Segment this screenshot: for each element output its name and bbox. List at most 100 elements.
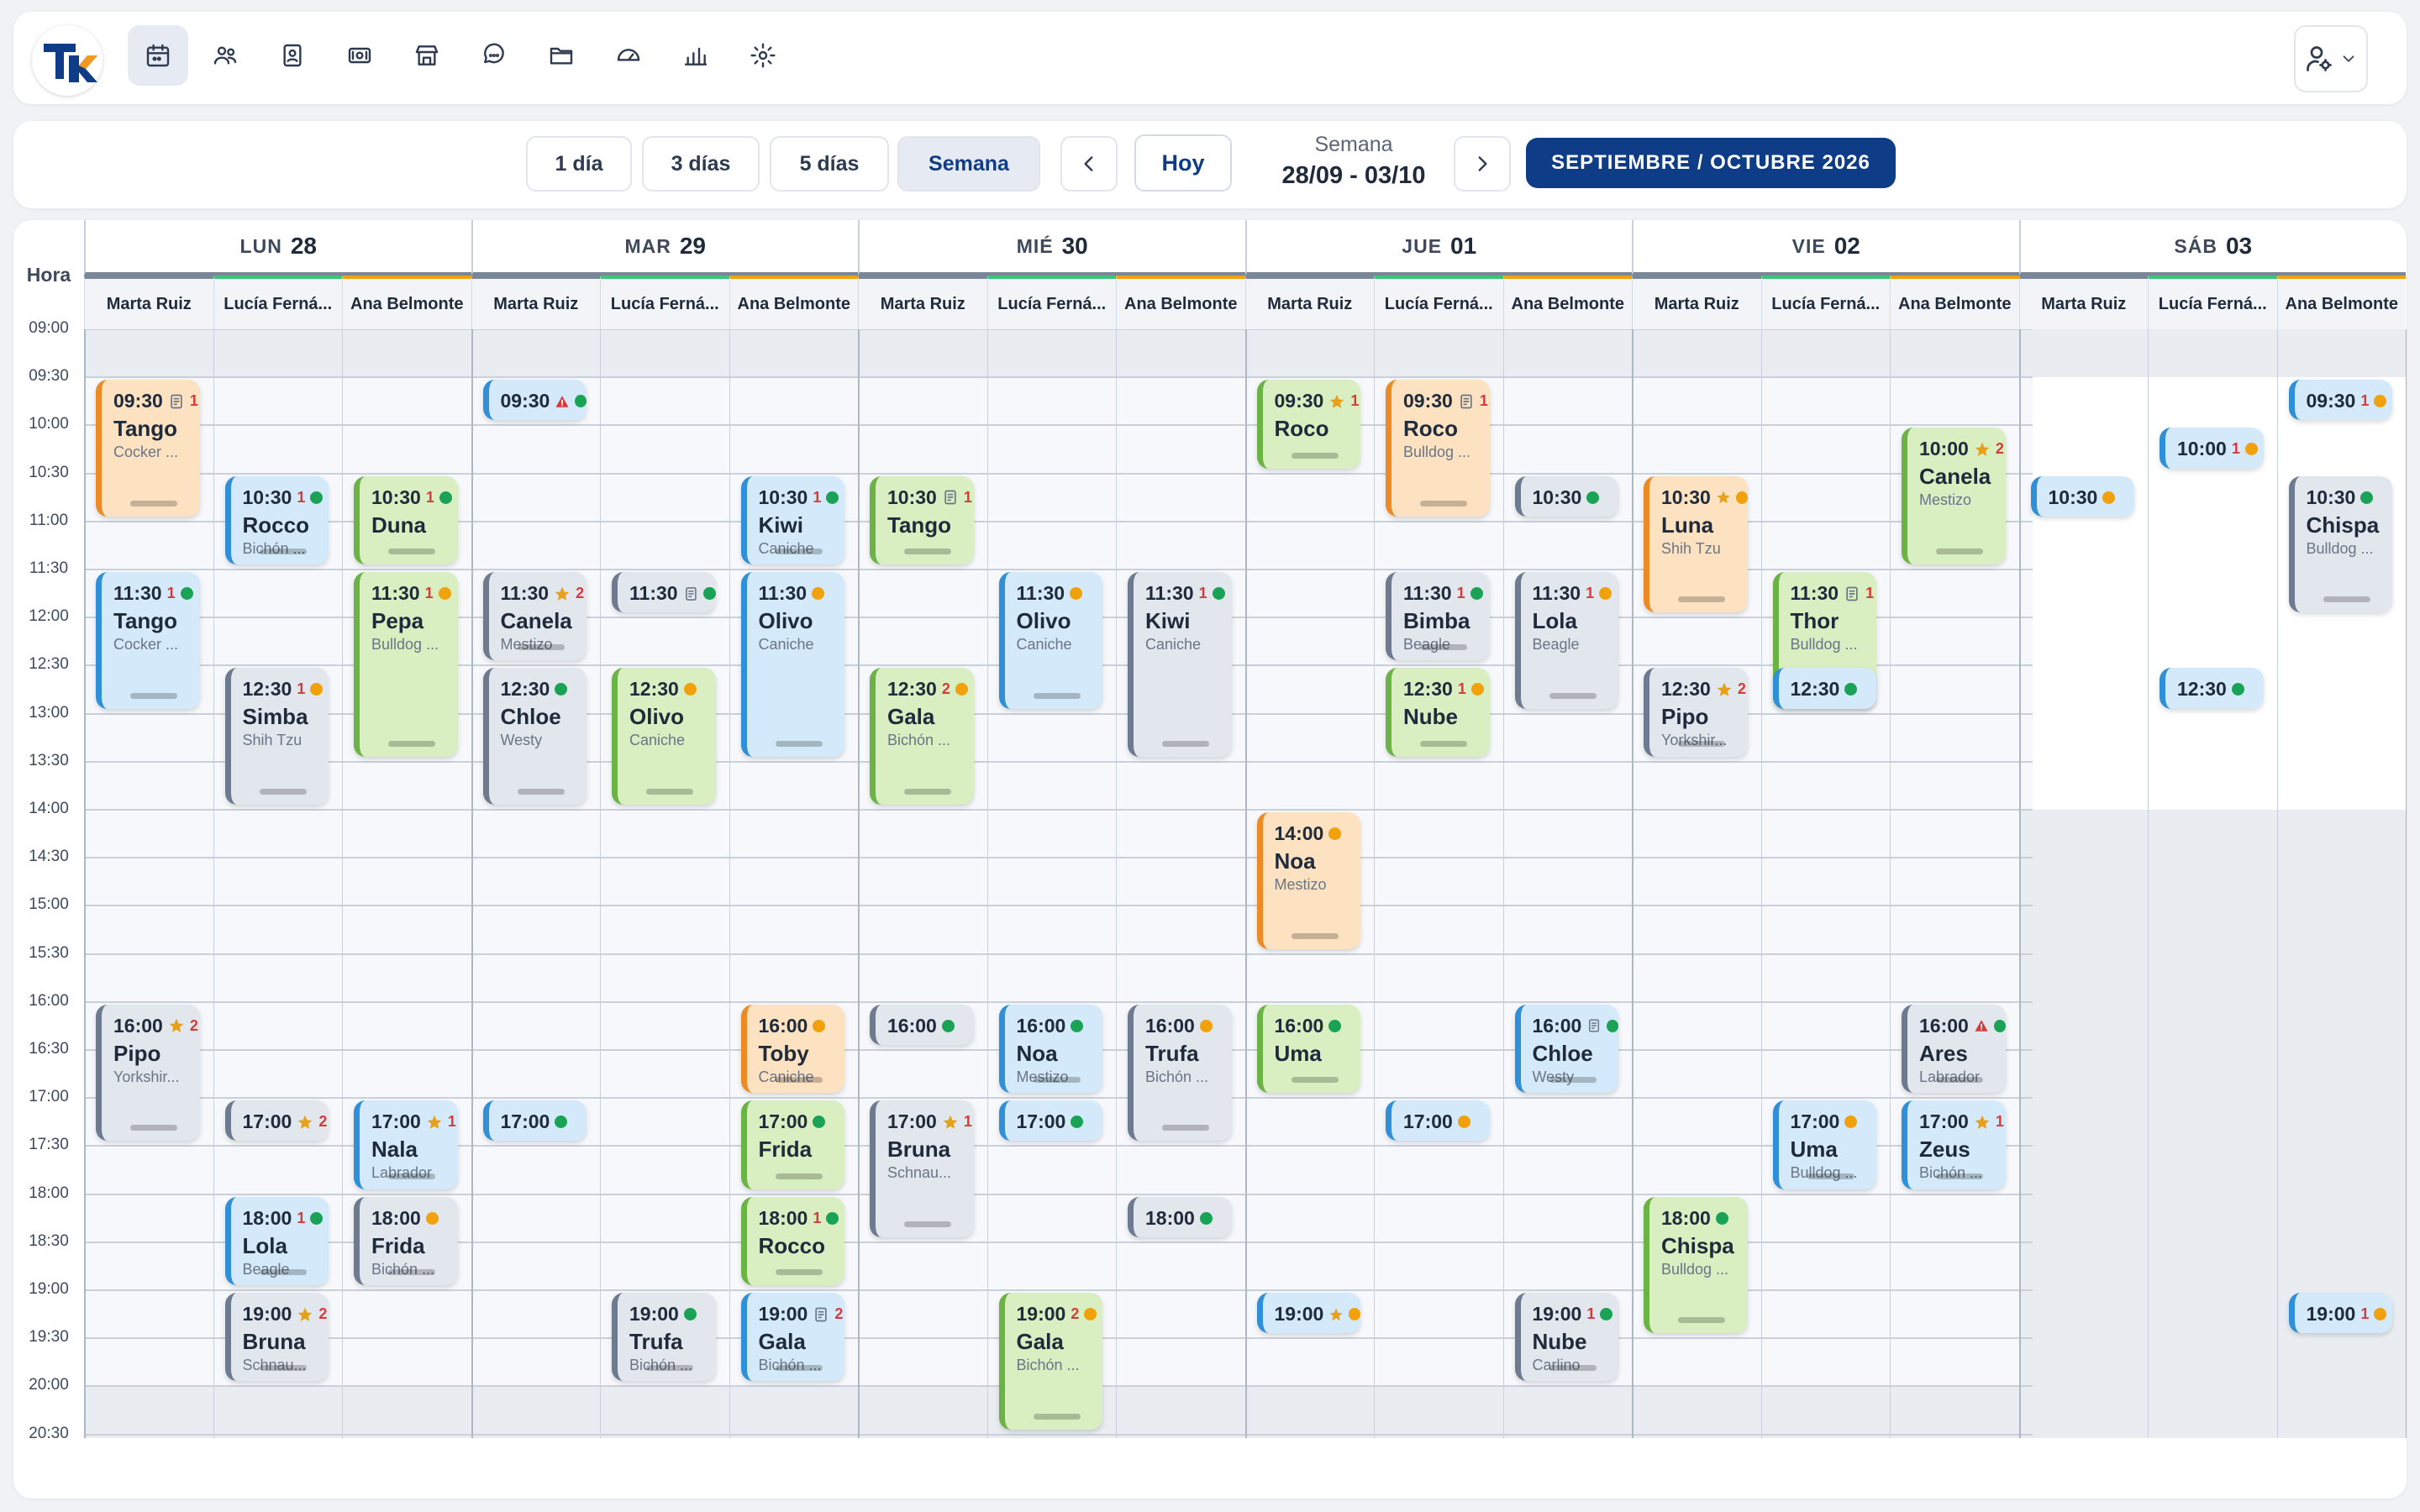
drag-handle[interactable] bbox=[904, 1221, 951, 1227]
drag-handle[interactable] bbox=[388, 740, 435, 747]
appointment-card[interactable]: 19:00 1 bbox=[2288, 1293, 2392, 1334]
drag-handle[interactable] bbox=[388, 548, 435, 554]
drag-handle[interactable] bbox=[904, 548, 951, 554]
drag-handle[interactable] bbox=[1033, 1077, 1081, 1084]
drag-handle[interactable] bbox=[1549, 1077, 1597, 1084]
drag-handle[interactable] bbox=[1162, 1125, 1209, 1131]
appointment-card[interactable]: 12:30 2 Pipo Yorkshir... bbox=[1644, 668, 1748, 757]
appointment-card[interactable]: 18:00 1 Lola Beagle bbox=[224, 1196, 329, 1285]
drag-handle[interactable] bbox=[1291, 1077, 1339, 1084]
drag-handle[interactable] bbox=[517, 644, 565, 651]
appointment-card[interactable]: 19:00 Trufa Bichón ... bbox=[612, 1293, 716, 1382]
appointment-card[interactable]: 16:00 Trufa Bichón ... bbox=[1128, 1004, 1232, 1142]
appointment-card[interactable]: 17:00 bbox=[998, 1100, 1102, 1142]
nav-dashboard-button[interactable] bbox=[598, 25, 659, 86]
prev-week-button[interactable] bbox=[1060, 136, 1118, 192]
appointment-card[interactable]: 19:00 2 Bruna Schnau... bbox=[224, 1293, 329, 1382]
appointment-card[interactable]: 18:00 Chispa Bulldog ... bbox=[1644, 1196, 1748, 1334]
appointment-card[interactable]: 10:30 bbox=[1514, 475, 1618, 517]
drag-handle[interactable] bbox=[775, 740, 823, 747]
appointment-card[interactable]: 10:30 1 Rocco Bichón ... bbox=[224, 475, 329, 564]
drag-handle[interactable] bbox=[1678, 1317, 1725, 1324]
appointment-card[interactable]: 10:30 1 Kiwi Caniche bbox=[740, 475, 844, 564]
nav-gear-button[interactable] bbox=[733, 25, 793, 86]
appointment-card[interactable]: 10:30 1 Duna bbox=[354, 475, 458, 564]
appointment-card[interactable]: 17:00 2 bbox=[224, 1100, 329, 1142]
appointment-card[interactable]: 17:00 Frida bbox=[740, 1100, 844, 1189]
appointment-card[interactable]: 16:00 bbox=[870, 1004, 974, 1045]
appointment-card[interactable]: 09:30 1 Roco Bulldog ... bbox=[1386, 380, 1490, 517]
nav-store-button[interactable] bbox=[397, 25, 457, 86]
drag-handle[interactable] bbox=[1678, 596, 1725, 603]
drag-handle[interactable] bbox=[904, 788, 951, 795]
drag-handle[interactable] bbox=[1678, 740, 1725, 747]
appointment-card[interactable]: 12:30 bbox=[2160, 668, 2264, 709]
drag-handle[interactable] bbox=[130, 692, 177, 699]
drag-handle[interactable] bbox=[259, 788, 307, 795]
drag-handle[interactable] bbox=[1807, 1173, 1854, 1179]
nav-chat-button[interactable] bbox=[464, 25, 524, 86]
drag-handle[interactable] bbox=[2323, 596, 2370, 603]
appointment-card[interactable]: 18:00 Frida Bichón ... bbox=[354, 1196, 458, 1285]
appointment-card[interactable]: 18:00 1 Rocco bbox=[740, 1196, 844, 1285]
user-settings-button[interactable] bbox=[2294, 25, 2368, 92]
today-button[interactable]: Hoy bbox=[1134, 134, 1232, 192]
drag-handle[interactable] bbox=[1162, 740, 1209, 747]
drag-handle[interactable] bbox=[1420, 644, 1467, 651]
appointment-card[interactable]: 10:30 Luna Shih Tzu bbox=[1644, 475, 1748, 613]
drag-handle[interactable] bbox=[259, 1365, 307, 1372]
appointment-card[interactable]: 10:30 bbox=[2030, 475, 2134, 517]
appointment-card[interactable]: 17:00 1 Zeus Bichón ... bbox=[1902, 1100, 2006, 1189]
appointment-card[interactable]: 09:30 bbox=[482, 380, 587, 421]
appointment-card[interactable]: 17:00 1 Nala Labrador bbox=[354, 1100, 458, 1189]
appointment-card[interactable]: 12:30 1 Nube bbox=[1386, 668, 1490, 757]
view-1-day-button[interactable]: 1 día bbox=[526, 136, 632, 192]
appointment-card[interactable]: 11:30 1 Pepa Bulldog ... bbox=[354, 572, 458, 757]
appointment-card[interactable]: 16:00 Ares Labrador bbox=[1902, 1004, 2006, 1094]
drag-handle[interactable] bbox=[1420, 740, 1467, 747]
drag-handle[interactable] bbox=[775, 1365, 823, 1372]
appointment-card[interactable]: 09:30 1 Tango Cocker ... bbox=[96, 380, 200, 517]
appointment-card[interactable]: 16:00 Uma bbox=[1256, 1004, 1360, 1094]
appointment-card[interactable]: 11:30 bbox=[612, 572, 716, 613]
drag-handle[interactable] bbox=[1033, 692, 1081, 699]
appointment-card[interactable]: 19:00 bbox=[1256, 1293, 1360, 1334]
month-picker-button[interactable]: SEPTIEMBRE / OCTUBRE 2026 bbox=[1526, 138, 1896, 188]
appointment-card[interactable]: 14:00 Noa Mestizo bbox=[1256, 812, 1360, 949]
drag-handle[interactable] bbox=[1936, 548, 1983, 554]
drag-handle[interactable] bbox=[1549, 1365, 1597, 1372]
drag-handle[interactable] bbox=[130, 1125, 177, 1131]
drag-handle[interactable] bbox=[1291, 452, 1339, 459]
appointment-card[interactable]: 10:00 2 Canela Mestizo bbox=[1902, 428, 2006, 564]
appointment-card[interactable]: 12:30 Olivo Caniche bbox=[612, 668, 716, 805]
drag-handle[interactable] bbox=[388, 1268, 435, 1275]
drag-handle[interactable] bbox=[388, 1173, 435, 1179]
drag-handle[interactable] bbox=[259, 1268, 307, 1275]
appointment-card[interactable]: 17:00 Uma Bulldog ... bbox=[1772, 1100, 1876, 1189]
appointment-card[interactable]: 11:30 Olivo Caniche bbox=[998, 572, 1102, 709]
appointment-card[interactable]: 18:00 bbox=[1128, 1196, 1232, 1237]
drag-handle[interactable] bbox=[517, 788, 565, 795]
drag-handle[interactable] bbox=[1936, 1077, 1983, 1084]
drag-handle[interactable] bbox=[130, 500, 177, 507]
appointment-card[interactable]: 12:30 1 Simba Shih Tzu bbox=[224, 668, 329, 805]
appointment-card[interactable]: 17:00 bbox=[1386, 1100, 1490, 1142]
appointment-card[interactable]: 16:00 Toby Caniche bbox=[740, 1004, 844, 1094]
app-logo[interactable] bbox=[32, 25, 103, 96]
nav-cash-button[interactable] bbox=[329, 25, 390, 86]
drag-handle[interactable] bbox=[1936, 1173, 1983, 1179]
appointment-card[interactable]: 16:00 Noa Mestizo bbox=[998, 1004, 1102, 1094]
appointment-card[interactable]: 19:00 1 Nube Carlino bbox=[1514, 1293, 1618, 1382]
appointment-card[interactable]: 11:30 1 Kiwi Caniche bbox=[1128, 572, 1232, 757]
nav-id-card-button[interactable] bbox=[262, 25, 323, 86]
nav-calendar-button[interactable] bbox=[128, 25, 188, 86]
appointment-card[interactable]: 12:30 bbox=[1772, 668, 1876, 709]
drag-handle[interactable] bbox=[775, 1268, 823, 1275]
appointment-card[interactable]: 17:00 1 Bruna Schnau... bbox=[870, 1100, 974, 1237]
appointment-card[interactable]: 19:00 2 Gala Bichón ... bbox=[740, 1293, 844, 1382]
appointment-card[interactable]: 11:30 1 Tango Cocker ... bbox=[96, 572, 200, 709]
appointment-card[interactable]: 11:30 Olivo Caniche bbox=[740, 572, 844, 757]
drag-handle[interactable] bbox=[1420, 500, 1467, 507]
appointment-card[interactable]: 10:00 1 bbox=[2160, 428, 2264, 469]
appointment-card[interactable]: 16:00 2 Pipo Yorkshir... bbox=[96, 1004, 200, 1142]
